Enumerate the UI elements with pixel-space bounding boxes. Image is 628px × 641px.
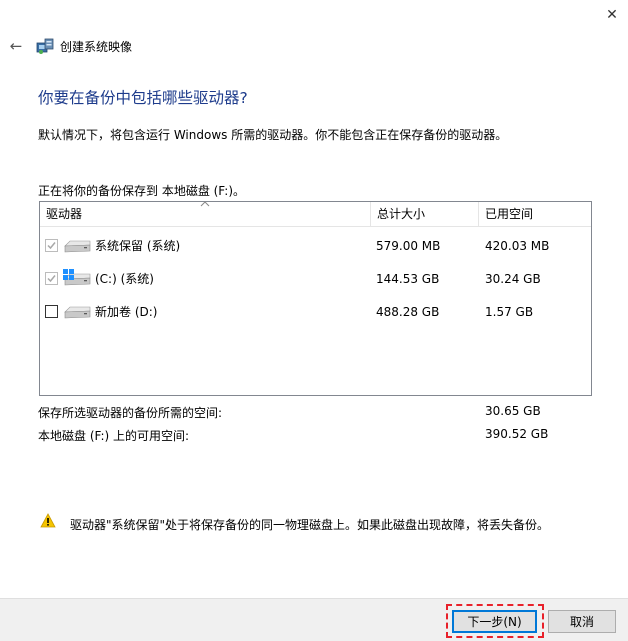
available-space-value: 390.52 GB — [485, 427, 549, 441]
window-title: 创建系统映像 — [60, 39, 133, 54]
drive-icon — [64, 240, 91, 253]
column-header-used-space[interactable]: 已用空间 — [478, 202, 590, 227]
drive-checkbox[interactable] — [45, 305, 58, 318]
drive-list-header: 驱动器 总计大小 已用空间 — [40, 201, 591, 227]
available-space-label: 本地磁盘 (F:) 上的可用空间: — [38, 429, 190, 443]
warning-text: 驱动器"系统保留"处于将保存备份的同一物理磁盘上。如果此磁盘出现故障，将丢失备份… — [70, 518, 550, 532]
table-row[interactable]: 新加卷 (D:) 488.28 GB 1.57 GB — [40, 299, 591, 325]
drive-name: 新加卷 (D:) — [95, 305, 158, 319]
windows-drive-icon — [63, 269, 91, 286]
title-row: ← 创建系统映像 — [0, 34, 400, 58]
checkmark-icon — [47, 275, 56, 283]
drive-list: 驱动器 总计大小 已用空间 系统保留 (系统) 579.00 MB 420.03… — [39, 201, 592, 396]
next-button[interactable]: 下一步(N) — [452, 610, 537, 633]
warning-icon — [40, 513, 56, 528]
drive-total-size: 144.53 GB — [376, 272, 440, 286]
dialog-footer: 下一步(N) 取消 — [0, 598, 628, 641]
save-location-text: 正在将你的备份保存到 本地磁盘 (F:)。 — [38, 184, 246, 198]
back-arrow-icon: ← — [9, 37, 23, 55]
drive-total-size: 579.00 MB — [376, 239, 441, 253]
close-button[interactable]: ✕ — [596, 0, 628, 30]
table-row[interactable]: 系统保留 (系统) 579.00 MB 420.03 MB — [40, 233, 591, 259]
column-header-drive[interactable]: 驱动器 — [40, 201, 370, 227]
checkmark-icon — [47, 242, 56, 250]
drive-name: 系统保留 (系统) — [95, 239, 181, 253]
cancel-button[interactable]: 取消 — [548, 610, 616, 633]
sort-ascending-icon — [200, 201, 210, 207]
required-space-value: 30.65 GB — [485, 404, 541, 418]
drive-used-space: 30.24 GB — [485, 272, 541, 286]
page-heading: 你要在备份中包括哪些驱动器? — [38, 89, 248, 107]
close-icon: ✕ — [606, 7, 618, 23]
table-row[interactable]: (C:) (系统) 144.53 GB 30.24 GB — [40, 266, 591, 292]
drive-used-space: 420.03 MB — [485, 239, 550, 253]
description-text: 默认情况下，将包含运行 Windows 所需的驱动器。你不能包含正在保存备份的驱… — [38, 128, 508, 142]
drive-icon — [64, 306, 91, 319]
column-header-total-size[interactable]: 总计大小 — [370, 202, 478, 227]
drive-total-size: 488.28 GB — [376, 305, 440, 319]
drive-name: (C:) (系统) — [95, 272, 154, 286]
required-space-label: 保存所选驱动器的备份所需的空间: — [38, 406, 223, 420]
drive-checkbox[interactable] — [45, 272, 58, 285]
backup-app-icon — [36, 38, 54, 54]
drive-used-space: 1.57 GB — [485, 305, 534, 319]
drive-checkbox[interactable] — [45, 239, 58, 252]
back-button[interactable]: ← — [1, 34, 31, 58]
